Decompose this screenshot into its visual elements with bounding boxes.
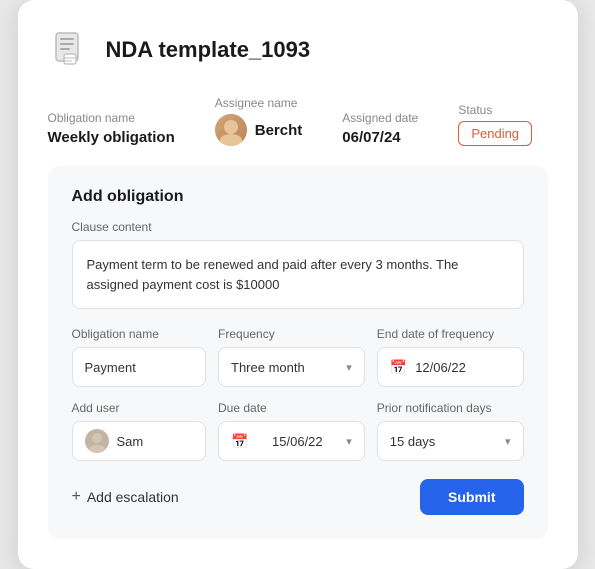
assignee-meta: Assignee name Bercht (215, 96, 303, 146)
end-date-input[interactable]: 📅 12/06/22 (377, 347, 524, 387)
submit-button[interactable]: Submit (420, 479, 523, 515)
add-escalation-button[interactable]: + Add escalation (72, 488, 179, 506)
frequency-group: Frequency Three month ▾ (218, 327, 365, 387)
end-date-value: 12/06/22 (415, 360, 466, 375)
form-footer: + Add escalation Submit (72, 479, 524, 515)
clause-content: Payment term to be renewed and paid afte… (72, 240, 524, 309)
obligation-value: Weekly obligation (48, 129, 175, 146)
user-avatar (85, 429, 109, 453)
clause-label: Clause content (72, 220, 524, 234)
form-title: Add obligation (72, 188, 524, 206)
due-date-value: 15/06/22 (272, 434, 323, 449)
status-label: Status (458, 103, 532, 117)
assigned-date-meta: Assigned date 06/07/24 (342, 111, 418, 146)
end-date-label: End date of frequency (377, 327, 524, 341)
assignee-avatar (215, 114, 247, 146)
meta-row: Obligation name Weekly obligation Assign… (48, 96, 548, 146)
prior-notification-value: 15 days (390, 434, 436, 449)
assignee-label: Assignee name (215, 96, 303, 110)
document-icon (48, 28, 92, 72)
assignee-value: Bercht (255, 122, 303, 139)
page-title: NDA template_1093 (106, 37, 311, 63)
end-date-group: End date of frequency 📅 12/06/22 (377, 327, 524, 387)
calendar-icon-due: 📅 (231, 433, 248, 450)
chevron-down-icon-due: ▾ (346, 435, 352, 448)
status-meta: Status Pending (458, 103, 532, 146)
obligation-name-value: Payment (85, 360, 136, 375)
add-user-value: Sam (117, 434, 144, 449)
status-badge: Pending (458, 121, 532, 146)
prior-notification-label: Prior notification days (377, 401, 524, 415)
fields-row-2: Add user Sam Due date 📅 15/06/22 ▾ Prior… (72, 401, 524, 461)
add-user-group: Add user Sam (72, 401, 207, 461)
assigned-date-value: 06/07/24 (342, 129, 418, 146)
plus-icon: + (72, 488, 81, 506)
obligation-name-label: Obligation name (72, 327, 207, 341)
obligation-label: Obligation name (48, 111, 175, 125)
prior-notification-select[interactable]: 15 days ▾ (377, 421, 524, 461)
obligation-meta: Obligation name Weekly obligation (48, 111, 175, 146)
frequency-select[interactable]: Three month ▾ (218, 347, 365, 387)
due-date-group: Due date 📅 15/06/22 ▾ (218, 401, 365, 461)
add-user-input[interactable]: Sam (72, 421, 207, 461)
frequency-value: Three month (231, 360, 305, 375)
add-obligation-card: Add obligation Clause content Payment te… (48, 166, 548, 539)
chevron-down-icon: ▾ (346, 361, 352, 374)
calendar-icon: 📅 (390, 359, 407, 376)
fields-row-1: Obligation name Payment Frequency Three … (72, 327, 524, 387)
frequency-label: Frequency (218, 327, 365, 341)
due-date-label: Due date (218, 401, 365, 415)
obligation-name-group: Obligation name Payment (72, 327, 207, 387)
obligation-name-input[interactable]: Payment (72, 347, 207, 387)
assignee-row: Bercht (215, 114, 303, 146)
chevron-down-icon-prior: ▾ (505, 435, 511, 448)
main-card: NDA template_1093 Obligation name Weekly… (18, 0, 578, 569)
assigned-date-label: Assigned date (342, 111, 418, 125)
prior-notification-group: Prior notification days 15 days ▾ (377, 401, 524, 461)
due-date-select[interactable]: 📅 15/06/22 ▾ (218, 421, 365, 461)
add-user-label: Add user (72, 401, 207, 415)
add-escalation-label: Add escalation (87, 489, 179, 505)
card-header: NDA template_1093 (48, 28, 548, 72)
